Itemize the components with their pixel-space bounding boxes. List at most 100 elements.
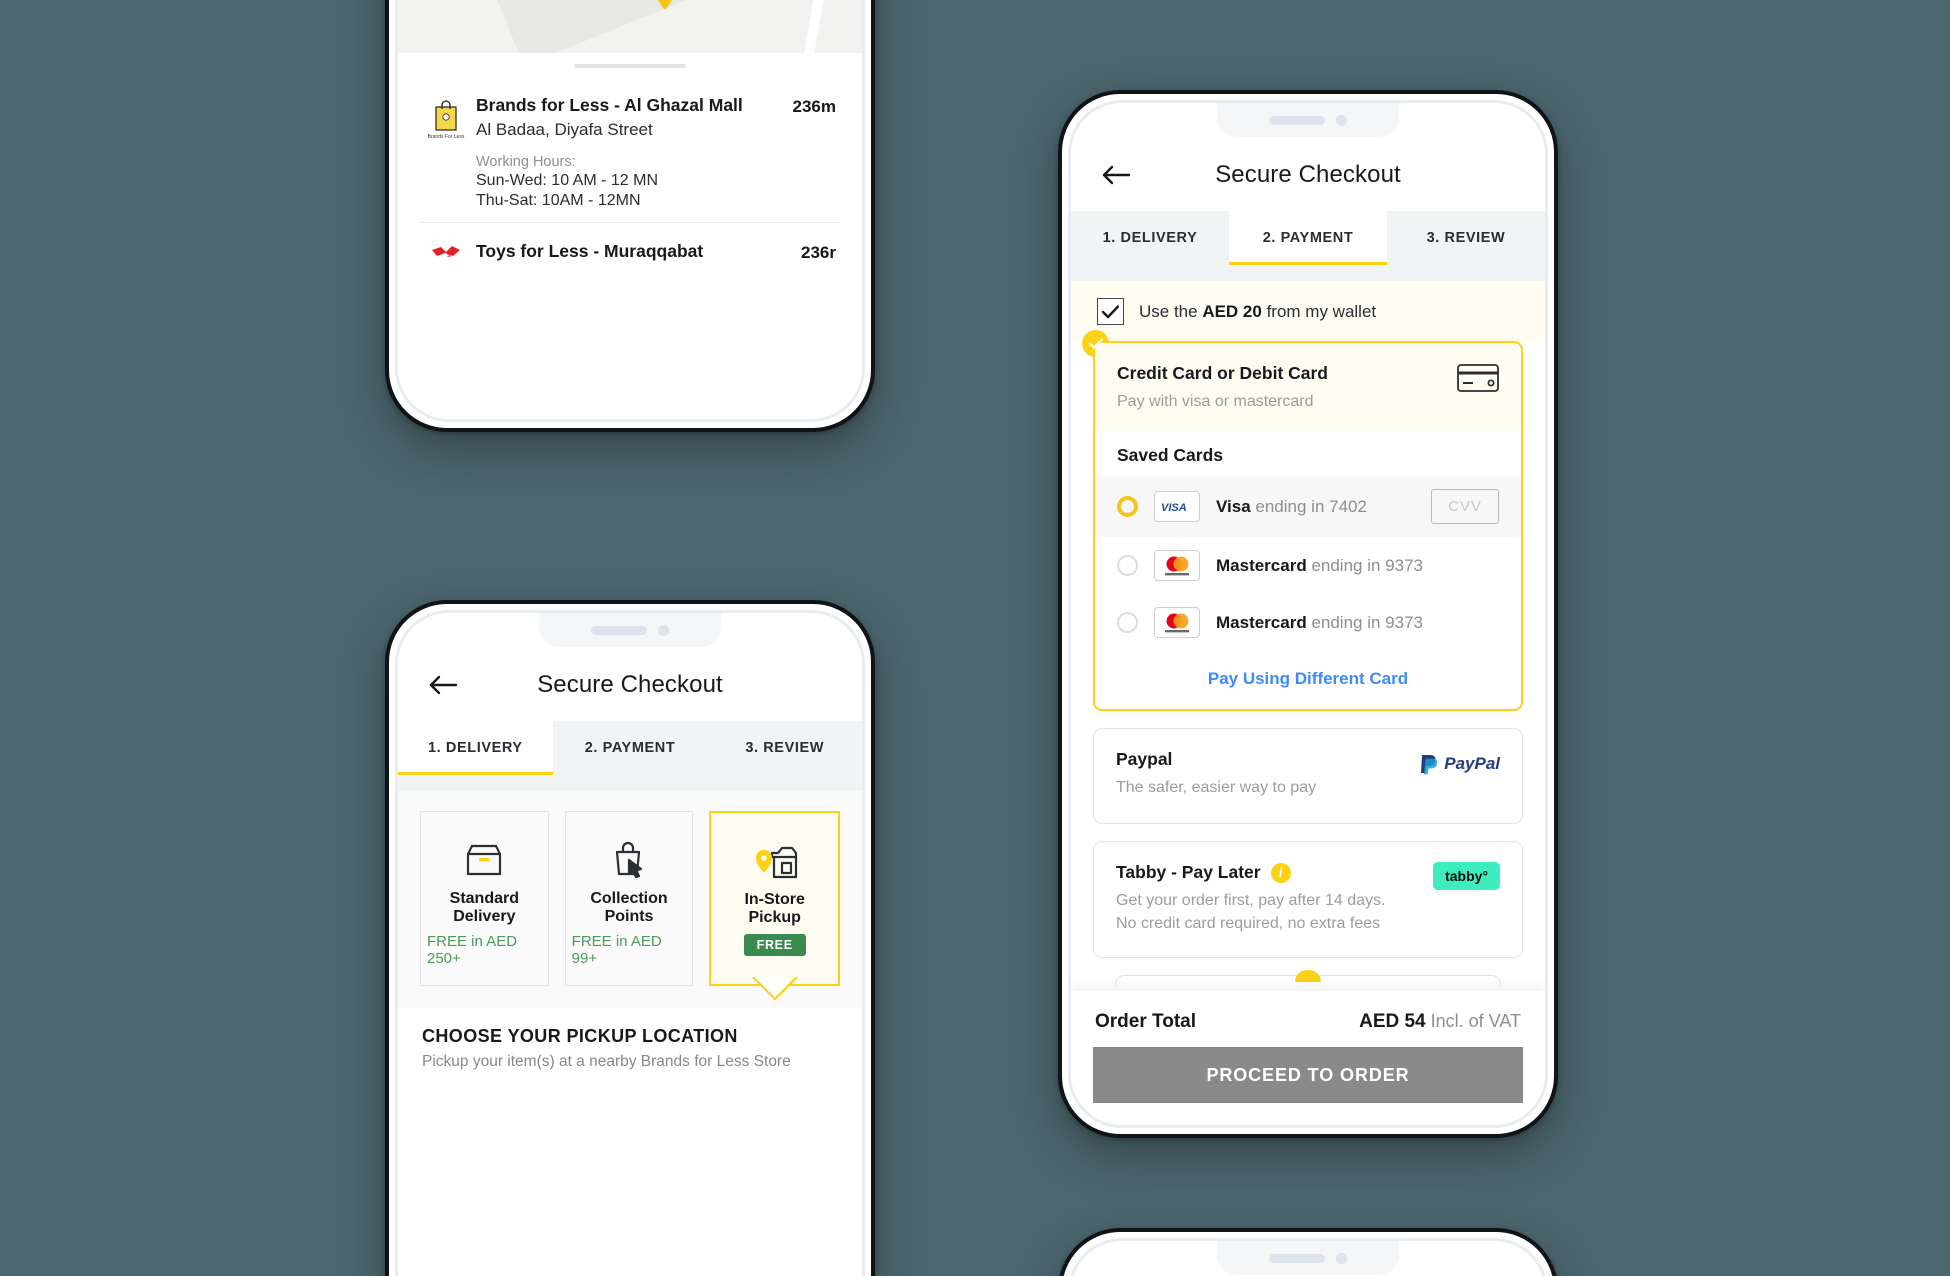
phone-volume-down-button[interactable] [1058,448,1062,510]
phone-notch [539,613,721,647]
proceed-to-order-button[interactable]: PROCEED TO ORDER [1093,1047,1523,1103]
tab-payment[interactable]: 2. PAYMENT [1229,211,1387,265]
pay-using-different-card-link[interactable]: Pay Using Different Card [1095,651,1521,710]
payment-method-credit-card[interactable]: Credit Card or Debit Card Pay with visa … [1082,330,1523,712]
order-total-value: AED 54 Incl. of VAT [1359,1011,1521,1033]
next-payment-method-peek[interactable] [1115,970,1501,986]
paypal-logo: PayPal [1419,753,1500,775]
page-title: Secure Checkout [537,671,723,698]
payment-method-paypal[interactable]: Paypal The safer, easier way to pay PayP… [1093,728,1523,825]
credit-card-subtitle: Pay with visa or mastercard [1117,393,1314,410]
tabby-subtitle-line2: No credit card required, no extra fees [1116,915,1381,933]
tab-delivery[interactable]: 1. DELIVERY [398,721,553,775]
payment-methods: Credit Card or Debit Card Pay with visa … [1071,330,1545,1002]
option-collection-points[interactable]: Collection Points FREE in AED 99+ [564,811,694,986]
card-tail: ending in 9373 [1306,555,1423,575]
saved-card-row[interactable]: Mastercard ending in 9373 [1095,594,1521,652]
screen-partial [1071,1241,1545,1276]
option-in-store-pickup[interactable]: In-Store Pickup FREE [709,811,841,1001]
checkout-tabs-payment: 1. DELIVERY 2. PAYMENT 3. REVIEW [1071,211,1545,265]
app-bar-payment: Secure Checkout [1071,139,1545,211]
pickup-subtext: Pickup your item(s) at a nearby Brands f… [422,1053,791,1070]
tab-gap [1071,265,1545,281]
svg-text:s: s [447,252,451,259]
card-brand: Visa [1216,496,1251,516]
saved-cards-label: Saved Cards [1095,430,1521,477]
payment-method-tabby[interactable]: Tabby - Pay Later i Get your order first… [1093,841,1523,959]
front-camera [1336,1252,1347,1264]
option-label: Standard Delivery [449,890,519,925]
pickup-map[interactable]: qabat Rd Walfpack Mini Mart Al Murraqqab… [398,0,862,53]
screen-delivery-step: Secure Checkout 1. DELIVERY 2. PAYMENT 3… [398,613,862,1276]
store-distance: 236m [792,97,836,116]
wallet-label: Use the AED 20 from my wallet [1139,302,1376,322]
tab-delivery[interactable]: 1. DELIVERY [1071,211,1229,265]
phone-volume-down-button[interactable] [385,862,389,924]
shopping-bag-cursor-icon [609,832,649,878]
store-list-item[interactable]: s Toys for Less - Muraqqabat 236r [398,223,862,275]
order-total-note: Incl. of VAT [1425,1011,1521,1031]
saved-card-label: Mastercard ending in 9373 [1216,613,1499,633]
option-standard-delivery[interactable]: Standard Delivery FREE in AED 250+ [420,811,549,986]
tabby-title-text: Tabby - Pay Later [1116,862,1261,883]
working-hours-label: Working Hours: [476,154,576,170]
order-total-row: Order Total AED 54 Incl. of VAT [1093,1005,1523,1047]
card-tail: ending in 7402 [1250,496,1367,516]
saved-card-row[interactable]: Mastercard ending in 9373 [1095,537,1521,595]
screen-payment-step: Secure Checkout 1. DELIVERY 2. PAYMENT 3… [1071,103,1545,1125]
option-label: Collection Points [590,890,668,925]
sheet-drag-handle[interactable] [398,53,862,79]
tab-review[interactable]: 3. REVIEW [1387,211,1545,265]
screen-store-locator: qabat Rd Walfpack Mini Mart Al Murraqqab… [398,0,862,419]
tab-review[interactable]: 3. REVIEW [707,721,862,775]
pickup-location-section: CHOOSE YOUR PICKUP LOCATION Pickup your … [398,1008,862,1087]
store-list: Brands For Less Brands for Less - Al Gha… [398,53,862,419]
saved-card-row[interactable]: VISA Visa ending in 7402 CVV [1095,476,1521,538]
box-icon [464,832,504,878]
saved-card-label: Mastercard ending in 9373 [1216,556,1499,576]
phone-bezel-top-left: qabat Rd Walfpack Mini Mart Al Murraqqab… [395,0,865,422]
paypal-logo-text: PayPal [1444,754,1500,774]
phone-bottom-right-partial [1058,1228,1558,1276]
phone-volume-up-button[interactable] [385,786,389,848]
credit-card-header: Credit Card or Debit Card Pay with visa … [1095,343,1521,431]
saved-card-label: Visa ending in 7402 [1216,497,1415,517]
phone-mute-button[interactable] [1058,309,1062,343]
front-camera [1336,114,1347,126]
tabby-logo-text: tabby° [1433,862,1500,891]
mastercard-logo [1154,550,1200,582]
speaker-grille [1269,115,1325,125]
radio-unselected-icon[interactable] [1117,612,1138,634]
store-list-item[interactable]: Brands For Less Brands for Less - Al Gha… [398,79,862,222]
phone-bottom-left: Secure Checkout 1. DELIVERY 2. PAYMENT 3… [385,600,875,1276]
map-block [488,0,728,53]
checkbox-checked-icon[interactable] [1097,298,1124,325]
brands-for-less-logo: Brands For Less [420,95,472,210]
info-icon[interactable]: i [1270,862,1291,883]
paypal-subtitle: The safer, easier way to pay [1116,779,1317,797]
speaker-grille [591,625,647,635]
phone-volume-up-button[interactable] [1058,372,1062,434]
store-pin-icon [752,833,798,879]
radio-selected-icon[interactable] [1117,496,1138,518]
map-road [799,0,862,53]
selection-pointer [751,976,798,1006]
radio-unselected-icon[interactable] [1117,555,1138,577]
option-label: In-Store Pickup [744,891,805,926]
order-total-label: Order Total [1095,1011,1196,1032]
phone-mute-button[interactable] [385,184,389,224]
map-pin[interactable] [648,0,682,11]
credit-card-title: Credit Card or Debit Card [1117,363,1328,383]
speaker-grille [1269,1253,1325,1263]
phone-bezel-right: Secure Checkout 1. DELIVERY 2. PAYMENT 3… [1068,100,1548,1128]
cvv-input[interactable]: CVV [1431,489,1499,525]
peek-indicator [1295,970,1321,983]
working-hours-line: Sun-Wed: 10 AM - 12 MN [476,172,658,189]
order-total-amount: AED 54 [1359,1011,1426,1032]
wallet-credit-row[interactable]: Use the AED 20 from my wallet [1071,281,1545,341]
phone-power-button[interactable] [1554,394,1558,486]
tab-payment[interactable]: 2. PAYMENT [552,721,708,775]
tabby-logo: tabby° [1433,862,1500,891]
phone-notch [1217,1241,1399,1275]
phone-mute-button[interactable] [385,724,389,758]
